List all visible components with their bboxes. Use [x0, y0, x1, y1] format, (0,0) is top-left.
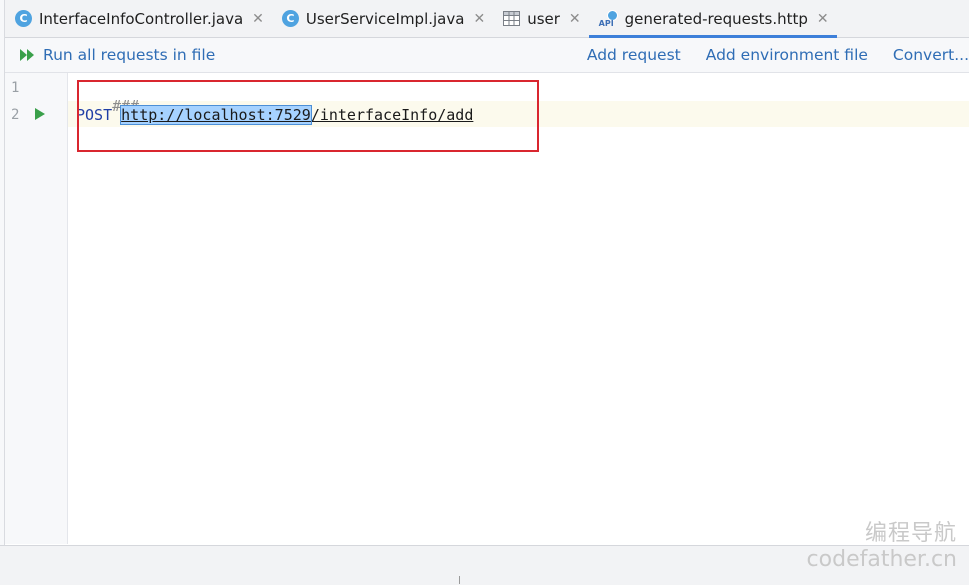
tab-label: generated-requests.http: [624, 9, 808, 28]
tab-interfaceinfo-controller[interactable]: C InterfaceInfoController.java ✕: [5, 0, 272, 37]
close-icon[interactable]: ✕: [817, 11, 829, 27]
close-icon[interactable]: ✕: [252, 11, 264, 27]
run-all-label: Run all requests in file: [43, 46, 216, 64]
close-icon[interactable]: ✕: [569, 11, 581, 27]
tab-userserviceimpl[interactable]: C UserServiceImpl.java ✕: [272, 0, 493, 37]
http-client-toolbar: Run all requests in file Add request Add…: [5, 38, 969, 73]
line-number: 2: [11, 107, 20, 123]
run-request-icon[interactable]: [34, 107, 46, 121]
add-environment-file-link[interactable]: Add environment file: [706, 46, 868, 64]
class-icon: C: [15, 10, 32, 27]
api-icon: API: [599, 9, 619, 28]
watermark-cn: 编程导航: [864, 521, 957, 546]
toolbar-actions: Add request Add environment file Convert…: [562, 38, 969, 72]
tab-label: InterfaceInfoController.java: [39, 9, 244, 28]
tab-user-table[interactable]: user ✕: [493, 0, 588, 37]
tab-label: UserServiceImpl.java: [305, 9, 465, 28]
table-icon: [503, 11, 521, 26]
run-all-requests-button[interactable]: Run all requests in file: [19, 46, 215, 64]
editor-gutter: 1 2: [5, 73, 68, 544]
convert-link[interactable]: Convert...: [893, 46, 969, 64]
run-all-icon: [20, 49, 34, 61]
highlight-annotation-box: [77, 80, 539, 152]
add-request-link[interactable]: Add request: [587, 46, 681, 64]
close-icon[interactable]: ✕: [473, 11, 485, 27]
line-number: 1: [11, 80, 20, 96]
editor-tab-bar: C InterfaceInfoController.java ✕ C UserS…: [5, 0, 969, 38]
class-icon: C: [281, 10, 299, 27]
divider: [459, 576, 460, 584]
watermark-en: codefather.cn: [806, 547, 957, 572]
tab-label: user: [527, 9, 560, 28]
tab-generated-requests[interactable]: API generated-requests.http ✕: [588, 0, 837, 38]
